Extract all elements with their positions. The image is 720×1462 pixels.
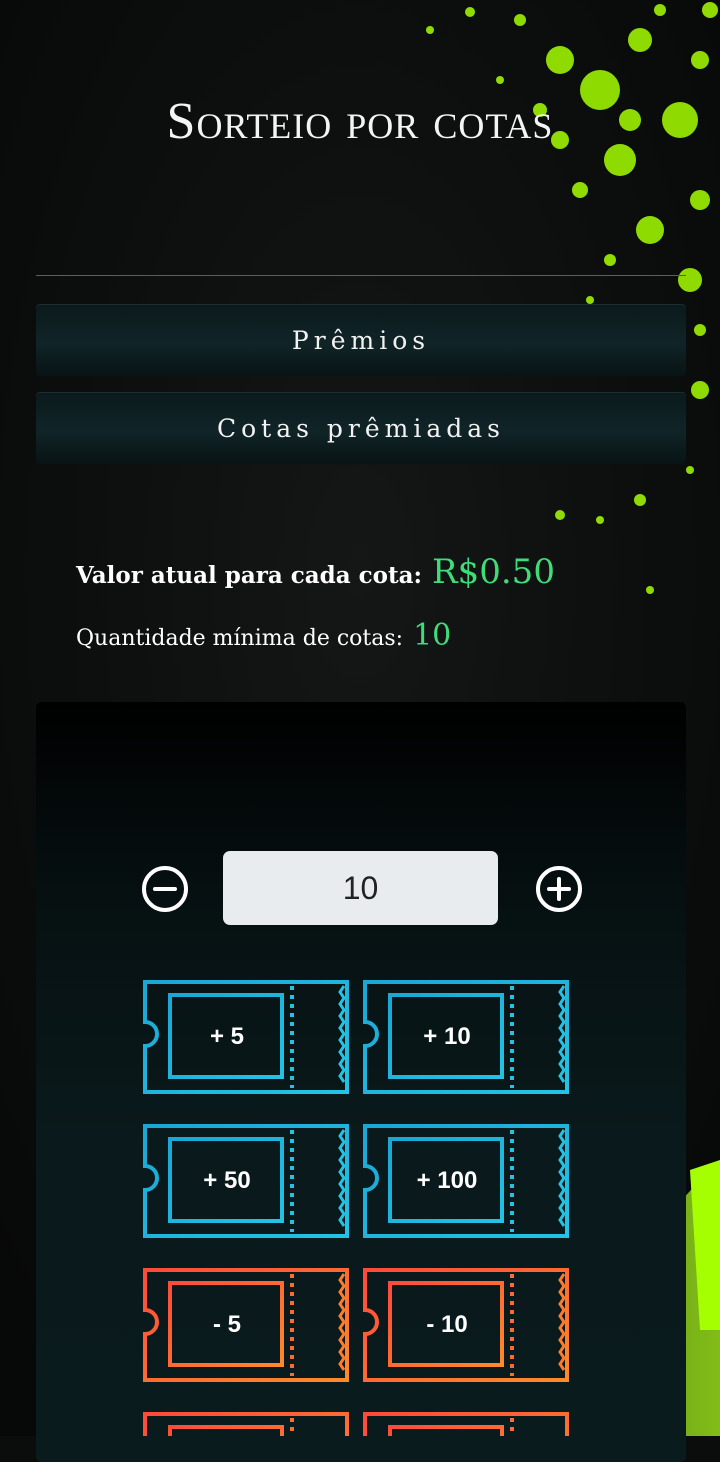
add-100-ticket-button[interactable]: + 100 — [362, 1122, 572, 1240]
ticket-label: - 10 — [426, 1311, 468, 1338]
purchase-panel — [36, 702, 686, 1462]
quantity-input[interactable] — [223, 851, 498, 925]
minus-circle-icon — [142, 866, 188, 912]
min-quantity-info: Quantidade mínima de cotas: 10 — [76, 618, 451, 653]
increase-button[interactable] — [534, 864, 584, 914]
accordion-cotas-premiadas-button[interactable]: Cotas prêmiadas — [36, 392, 686, 464]
remove-10-ticket-button[interactable]: - 10 — [362, 1266, 572, 1384]
add-50-ticket-button[interactable]: + 50 — [142, 1122, 352, 1240]
ticket-label: + 10 — [423, 1023, 471, 1050]
price-info: Valor atual para cada cota: R$0.50 — [76, 552, 555, 592]
min-quantity-label: Quantidade mínima de cotas: — [76, 626, 404, 651]
ticket-icon — [143, 1412, 349, 1436]
ticket-button-partial[interactable] — [142, 1410, 352, 1436]
ticket-button-partial[interactable] — [362, 1410, 572, 1436]
divider — [36, 275, 686, 276]
price-value: R$0.50 — [432, 552, 555, 592]
ticket-label: - 5 — [212, 1311, 241, 1338]
ticket-label: + 50 — [203, 1167, 251, 1194]
min-quantity-value: 10 — [413, 618, 452, 653]
decrease-button[interactable] — [140, 864, 190, 914]
remove-5-ticket-button[interactable]: - 5 — [142, 1266, 352, 1384]
ticket-label: + 100 — [416, 1167, 478, 1194]
price-label: Valor atual para cada cota: — [76, 562, 423, 589]
accordion-premios-button[interactable]: Prêmios — [36, 304, 686, 376]
ticket-label: + 5 — [209, 1023, 245, 1050]
add-10-ticket-button[interactable]: + 10 — [362, 978, 572, 1096]
add-5-ticket-button[interactable]: + 5 — [142, 978, 352, 1096]
ticket-icon — [363, 1412, 569, 1436]
plus-circle-icon — [536, 866, 582, 912]
page-title: Sorteio por cotas — [166, 93, 554, 150]
